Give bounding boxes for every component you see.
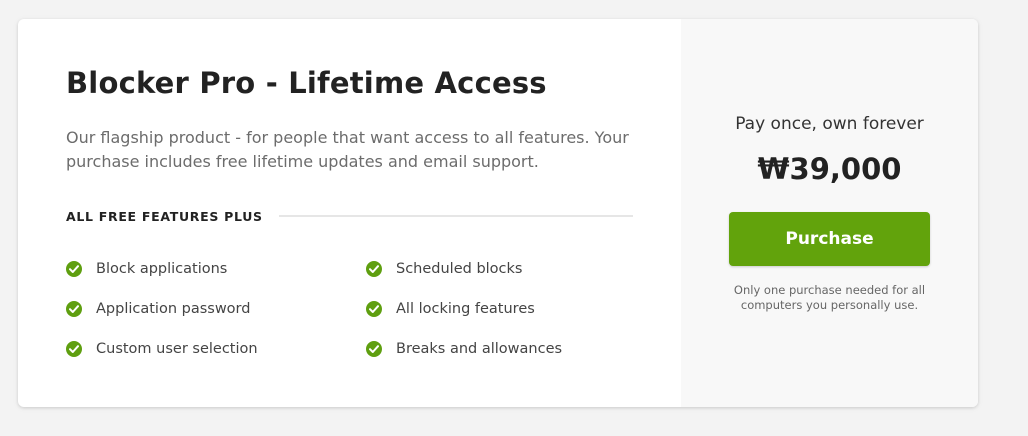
feature-label: All locking features (396, 301, 535, 317)
feature-item: Block applications (66, 258, 227, 280)
feature-item: All locking features (366, 298, 535, 320)
price-label: ₩39,000 (757, 152, 902, 186)
product-details: Blocker Pro - Lifetime Access Our flagsh… (18, 19, 681, 407)
feature-label: Breaks and allowances (396, 341, 563, 357)
pricing-tagline: Pay once, own forever (735, 114, 924, 134)
features-divider (278, 215, 633, 217)
feature-item: Application password (66, 298, 250, 320)
check-circle-icon (66, 301, 82, 317)
features-heading: ALL FREE FEATURES PLUS (66, 208, 263, 224)
feature-item: Breaks and allowances (366, 338, 562, 360)
product-title: Blocker Pro - Lifetime Access (66, 66, 547, 100)
check-circle-icon (366, 261, 382, 277)
feature-item: Scheduled blocks (366, 258, 522, 280)
check-circle-icon (366, 301, 382, 317)
check-circle-icon (66, 261, 82, 277)
feature-item: Custom user selection (66, 338, 258, 360)
feature-label: Scheduled blocks (396, 261, 523, 277)
purchase-button[interactable]: Purchase (729, 212, 930, 266)
check-circle-icon (66, 341, 82, 357)
feature-label: Custom user selection (96, 341, 258, 357)
pricing-card: Blocker Pro - Lifetime Access Our flagsh… (18, 19, 978, 407)
pricing-panel: Pay once, own forever ₩39,000 Purchase O… (681, 19, 978, 407)
feature-label: Block applications (96, 261, 228, 277)
feature-label: Application password (96, 301, 251, 317)
features-header: ALL FREE FEATURES PLUS (66, 205, 633, 227)
check-circle-icon (366, 341, 382, 357)
product-description: Our flagship product - for people that w… (66, 128, 629, 171)
purchase-note: Only one purchase needed for all compute… (733, 283, 926, 312)
